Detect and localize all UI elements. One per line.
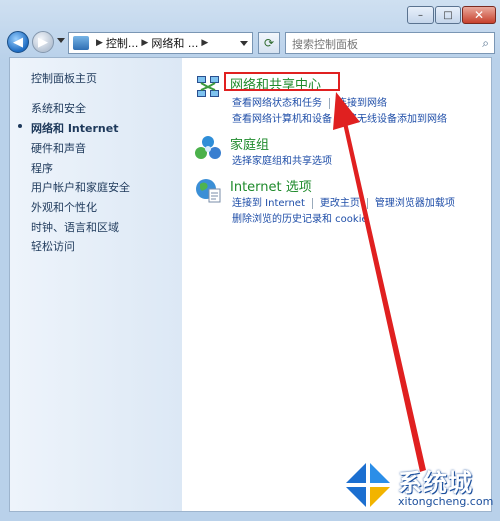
watermark-brand: 系统城 [398,469,473,497]
control-panel-window: – □ ✕ ◀ ▶ ▶ 控制... ▶ 网络和 ... ▶ ⟳ ⌕ 控制面板主页… [0,0,500,521]
windows-logo-icon [346,463,390,507]
watermark-logo: 系统城 xitongcheng.com [340,455,495,515]
annotation-arrow [333,92,426,472]
watermark-url: xitongcheng.com [398,495,494,508]
